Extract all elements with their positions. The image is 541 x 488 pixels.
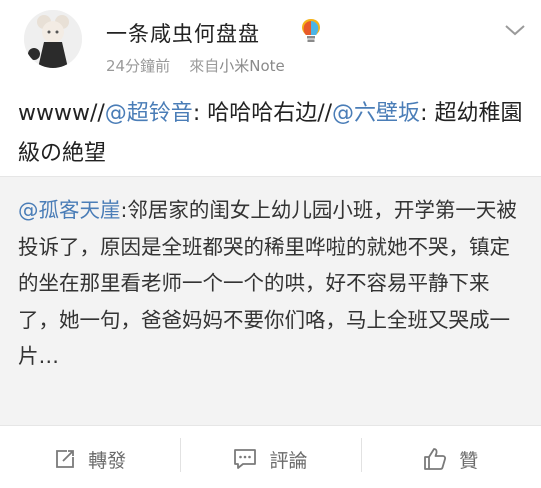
thumbs-up-icon: [423, 447, 447, 471]
post-text-part: wwww//: [18, 101, 105, 126]
comment-label: 評論: [269, 449, 308, 472]
repost-content: :邻居家的闺女上幼儿园小班，开学第一天被投诉了，原因是全班都哭的稀里哗啦的就她不…: [18, 198, 517, 368]
repost-button[interactable]: 轉發: [0, 430, 180, 488]
post-time: 24分鐘前: [106, 57, 171, 75]
repost-icon: [54, 448, 76, 470]
comment-icon: [233, 448, 257, 470]
like-label: 贊: [459, 449, 479, 472]
mention-link[interactable]: @六壁坂: [332, 101, 420, 126]
mention-link[interactable]: @超铃音: [105, 101, 193, 126]
like-button[interactable]: 贊: [361, 430, 541, 488]
source-prefix: 來自: [189, 57, 220, 75]
comment-button[interactable]: 評論: [180, 430, 360, 488]
repost-author-link[interactable]: @孤客天崖: [18, 198, 121, 222]
chevron-down-icon[interactable]: [504, 22, 526, 36]
post-source: 小米Note: [219, 57, 285, 75]
username[interactable]: 一条咸虫何盘盘: [106, 18, 260, 48]
weibo-post: 一条咸虫何盘盘 24分鐘前 來自小米Note wwww//@超铃音: 哈哈哈右边…: [0, 0, 541, 488]
repost-label: 轉發: [88, 449, 127, 472]
action-divider: [361, 438, 362, 472]
post-text: wwww//@超铃音: 哈哈哈右边//@六壁坂: 超幼稚園級の絶望: [18, 94, 528, 174]
post-meta: 24分鐘前 來自小米Note: [106, 55, 285, 76]
repost-text: @孤客天崖:邻居家的闺女上幼儿园小班，开学第一天被投诉了，原因是全班都哭的稀里哗…: [18, 192, 526, 375]
bulb-badge-icon: [300, 18, 322, 44]
action-divider: [180, 438, 181, 472]
post-text-part: : 哈哈哈右边//: [192, 101, 333, 126]
avatar[interactable]: [24, 10, 82, 68]
action-bar: 轉發 評論 贊: [0, 430, 541, 488]
repost-box[interactable]: @孤客天崖:邻居家的闺女上幼儿园小班，开学第一天被投诉了，原因是全班都哭的稀里哗…: [0, 176, 541, 426]
